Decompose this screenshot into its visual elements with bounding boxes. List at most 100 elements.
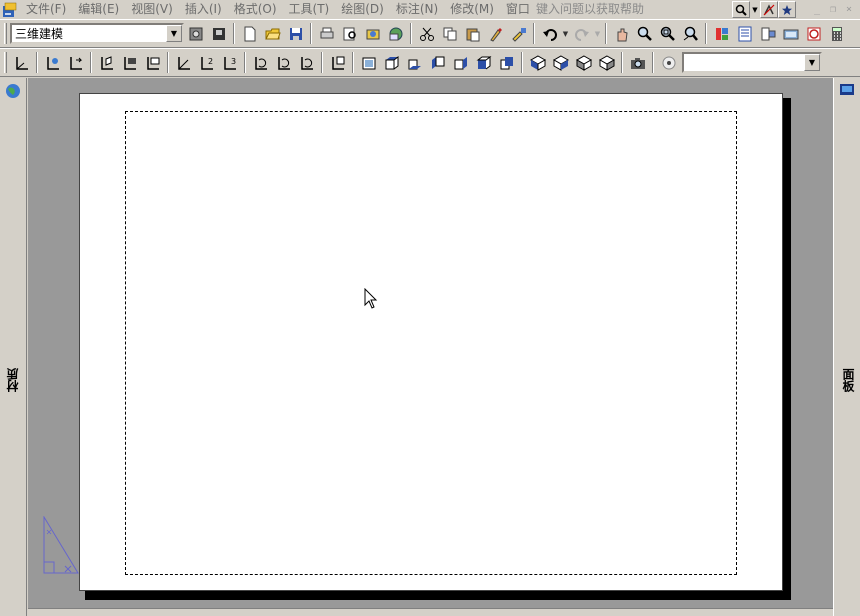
plot-button[interactable] (315, 22, 338, 45)
world-ucs-icon[interactable] (41, 51, 64, 74)
app-icon[interactable] (0, 0, 20, 19)
x-ucs-icon[interactable] (249, 51, 272, 74)
menu-dimension[interactable]: 标注(N) (390, 0, 444, 19)
markup-set-manager-button[interactable] (802, 22, 825, 45)
3point-ucs-icon[interactable]: 3 (218, 51, 241, 74)
face-ucs-icon[interactable] (95, 51, 118, 74)
toolbar-separator (705, 23, 707, 44)
help-tools: ▼ (732, 1, 796, 18)
toolbar-separator (244, 52, 246, 73)
back-view-icon[interactable] (495, 51, 518, 74)
toolbar-separator (233, 23, 235, 44)
workspace-combo[interactable]: 三维建模 ▼ (10, 23, 184, 44)
named-views-icon[interactable] (357, 51, 380, 74)
restore-button[interactable]: ❐ (826, 2, 840, 16)
toolbar-separator (621, 52, 623, 73)
ucs-icon[interactable] (10, 51, 33, 74)
zoom-window-button[interactable] (656, 22, 679, 45)
named-ucs-icon[interactable] (657, 51, 680, 74)
right-view-icon[interactable] (449, 51, 472, 74)
se-iso-icon[interactable] (549, 51, 572, 74)
globe-icon[interactable] (5, 83, 21, 102)
object-ucs-icon[interactable] (118, 51, 141, 74)
bottom-strip (28, 608, 833, 616)
menu-modify[interactable]: 修改(M) (444, 0, 500, 19)
toolbar-separator (605, 23, 607, 44)
menu-draw[interactable]: 绘图(D) (335, 0, 390, 19)
workspace-settings-button[interactable] (184, 22, 207, 45)
plot-preview-button[interactable] (338, 22, 361, 45)
minimize-button[interactable]: _ (810, 2, 824, 16)
toolbar-grip[interactable] (4, 52, 7, 73)
toolbar-separator (310, 23, 312, 44)
ucs-previous-icon[interactable] (64, 51, 87, 74)
top-view-icon[interactable] (380, 51, 403, 74)
search-icon[interactable] (732, 1, 750, 18)
menu-view[interactable]: 视图(V) (125, 0, 179, 19)
left-view-icon[interactable] (426, 51, 449, 74)
design-center-button[interactable] (756, 22, 779, 45)
3d-dwf-button[interactable] (384, 22, 407, 45)
publish-button[interactable] (361, 22, 384, 45)
ucs-combo[interactable]: ▼ (682, 52, 822, 73)
communication-center-icon[interactable] (760, 1, 778, 18)
menu-format[interactable]: 格式(O) (228, 0, 283, 19)
chevron-down-icon[interactable]: ▼ (804, 54, 820, 71)
help-search-input[interactable]: 键入问题以获取帮助 (536, 0, 644, 19)
camera-icon[interactable] (626, 51, 649, 74)
new-file-button[interactable] (238, 22, 261, 45)
zoom-realtime-button[interactable] (633, 22, 656, 45)
match-properties-button[interactable] (484, 22, 507, 45)
ne-iso-icon[interactable] (572, 51, 595, 74)
materials-label: 材质 (6, 368, 20, 392)
chevron-down-icon[interactable]: ▼ (166, 25, 182, 42)
toolbar-separator (321, 52, 323, 73)
paste-button[interactable] (461, 22, 484, 45)
drawing-canvas[interactable] (28, 78, 833, 608)
sw-iso-icon[interactable] (526, 51, 549, 74)
printable-area (125, 111, 737, 575)
open-folder-button[interactable] (261, 22, 284, 45)
toolbar-separator (533, 23, 535, 44)
favorites-star-icon[interactable] (778, 1, 796, 18)
save-button[interactable] (284, 22, 307, 45)
mouse-cursor-icon (364, 287, 378, 313)
nw-iso-icon[interactable] (595, 51, 618, 74)
materials-palette[interactable]: 材质 (0, 78, 27, 616)
zoom-previous-button[interactable] (679, 22, 702, 45)
front-view-icon[interactable] (472, 51, 495, 74)
menu-file[interactable]: 文件(F) (20, 0, 72, 19)
y-ucs-icon[interactable] (272, 51, 295, 74)
redo-dropdown-icon[interactable]: ▼ (593, 22, 602, 45)
svg-text:2: 2 (208, 57, 213, 66)
block-editor-button[interactable] (507, 22, 530, 45)
z-ucs-icon[interactable] (295, 51, 318, 74)
undo-button[interactable] (538, 22, 561, 45)
close-button[interactable]: × (842, 2, 856, 16)
quickcalc-button[interactable] (825, 22, 848, 45)
toolbar-grip[interactable] (4, 23, 7, 44)
z-axis-ucs-icon[interactable]: 2 (195, 51, 218, 74)
dashboard-palette[interactable]: 面板 (833, 78, 860, 616)
menu-tools[interactable]: 工具(T) (283, 0, 336, 19)
save-workspace-button[interactable] (207, 22, 230, 45)
tool-palettes-button[interactable] (710, 22, 733, 45)
apply-ucs-icon[interactable] (326, 51, 349, 74)
sheet-set-manager-button[interactable] (779, 22, 802, 45)
view-ucs-icon[interactable] (141, 51, 164, 74)
menu-insert[interactable]: 插入(I) (179, 0, 228, 19)
pan-button[interactable] (610, 22, 633, 45)
copy-button[interactable] (438, 22, 461, 45)
origin-ucs-icon[interactable] (172, 51, 195, 74)
workspace-value: 三维建模 (15, 27, 64, 41)
redo-button[interactable] (570, 22, 593, 45)
properties-button[interactable] (733, 22, 756, 45)
menu-edit[interactable]: 编辑(E) (72, 0, 125, 19)
undo-dropdown-icon[interactable]: ▼ (561, 22, 570, 45)
bottom-view-icon[interactable] (403, 51, 426, 74)
dashboard-label: 面板 (841, 368, 855, 392)
menu-window[interactable]: 窗口 (500, 0, 530, 19)
search-dropdown-icon[interactable]: ▼ (750, 1, 760, 18)
scissors-icon[interactable] (415, 22, 438, 45)
dashboard-icon[interactable] (839, 82, 855, 101)
